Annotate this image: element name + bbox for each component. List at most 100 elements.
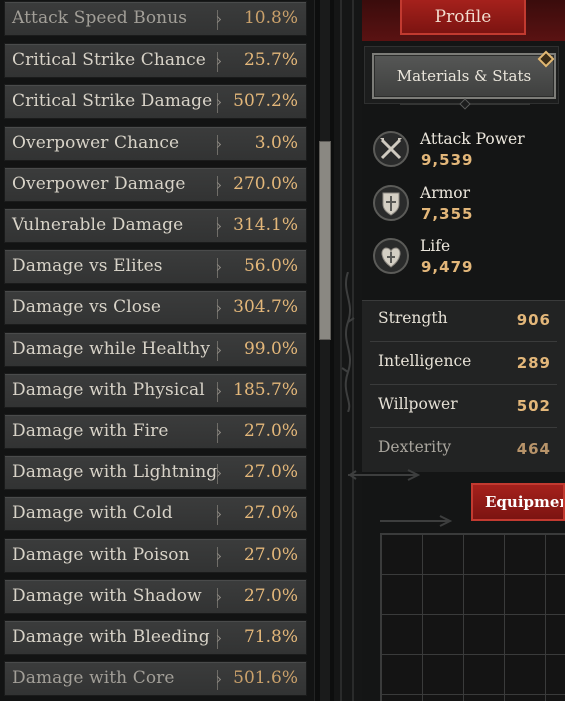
scrollbar-thumb[interactable] <box>319 141 331 340</box>
stat-row-damage-with-core[interactable]: Damage with Core 501.6% <box>4 661 307 696</box>
stat-row-overpower-damage[interactable]: Overpower Damage 270.0% <box>4 167 307 202</box>
separator-icon <box>214 10 222 30</box>
stat-row-attack-speed-bonus[interactable]: Attack Speed Bonus 10.8% <box>4 1 307 36</box>
arrow-ornament-icon <box>348 469 421 481</box>
core-stat-name: Life <box>420 237 451 255</box>
stat-value: 27.0% <box>243 586 298 606</box>
stat-label: Vulnerable Damage <box>12 215 184 235</box>
crossed-swords-icon <box>372 130 410 168</box>
attribute-value: 502 <box>516 397 551 415</box>
core-stat-value: 9,539 <box>421 151 474 169</box>
stat-value: 27.0% <box>243 545 298 565</box>
vine-ornament-icon <box>341 272 355 412</box>
attribute-label: Willpower <box>378 395 458 413</box>
materials-and-stats-button[interactable]: Materials & Stats <box>372 53 556 99</box>
stat-label: Damage vs Elites <box>12 256 163 276</box>
equipment-tab[interactable]: Equipment <box>471 483 565 521</box>
attribute-label: Strength <box>378 309 448 327</box>
stat-value: 10.8% <box>243 8 298 28</box>
stats-list[interactable]: Attack Speed Bonus 10.8% Critical Strike… <box>0 0 314 701</box>
stat-value: 27.0% <box>243 503 298 523</box>
core-stat-attack-power[interactable]: Attack Power 9,539 <box>370 130 565 178</box>
attribute-label: Dexterity <box>378 438 452 456</box>
stat-row-damage-while-healthy[interactable]: Damage while Healthy 99.0% <box>4 332 307 367</box>
separator-icon <box>214 464 222 484</box>
stat-value: 304.7% <box>233 297 298 317</box>
core-stat-life[interactable]: Life 9,479 <box>370 237 565 285</box>
stat-value: 27.0% <box>243 462 298 482</box>
stat-row-damage-with-fire[interactable]: Damage with Fire 27.0% <box>4 414 307 449</box>
stat-row-damage-with-poison[interactable]: Damage with Poison 27.0% <box>4 538 307 573</box>
core-stat-name: Attack Power <box>420 130 525 148</box>
stat-row-damage-with-lightning[interactable]: Damage with Lightning 27.0% <box>4 455 307 490</box>
inventory-grid[interactable] <box>380 533 565 701</box>
stat-label: Damage with Cold <box>12 503 173 523</box>
separator-icon <box>214 547 222 567</box>
stat-label: Damage while Healthy <box>12 339 211 359</box>
stat-value: 314.1% <box>233 215 298 235</box>
stat-label: Damage vs Close <box>12 297 162 317</box>
separator-icon <box>214 176 222 196</box>
core-stat-value: 7,355 <box>421 205 474 223</box>
divider-line <box>370 341 557 342</box>
stat-label: Damage with Poison <box>12 545 190 565</box>
attribute-value: 464 <box>516 440 551 458</box>
stat-row-damage-with-shadow[interactable]: Damage with Shadow 27.0% <box>4 579 307 614</box>
attribute-value: 289 <box>516 354 551 372</box>
separator-icon <box>214 423 222 443</box>
separator-icon <box>214 217 222 237</box>
separator-icon <box>214 258 222 278</box>
separator-icon <box>214 93 222 113</box>
divider-line <box>370 384 557 385</box>
attribute-intelligence[interactable]: Intelligence 289 <box>370 343 557 385</box>
stat-row-critical-strike-damage[interactable]: Critical Strike Damage 507.2% <box>4 84 307 119</box>
separator-icon <box>214 505 222 525</box>
separator-icon <box>214 629 222 649</box>
separator-icon <box>214 382 222 402</box>
attribute-strength[interactable]: Strength 906 <box>370 300 557 342</box>
stat-value: 56.0% <box>243 256 298 276</box>
stat-value: 71.8% <box>243 627 298 647</box>
attribute-dexterity[interactable]: Dexterity 464 <box>370 429 557 471</box>
stat-label: Attack Speed Bonus <box>12 8 188 28</box>
heart-icon <box>372 237 410 275</box>
stat-value: 27.0% <box>243 421 298 441</box>
stat-row-damage-with-bleeding[interactable]: Damage with Bleeding 71.8% <box>4 620 307 655</box>
stat-label: Critical Strike Damage <box>12 91 213 111</box>
stat-value: 185.7% <box>233 380 298 400</box>
stat-row-damage-with-physical[interactable]: Damage with Physical 185.7% <box>4 373 307 408</box>
stat-row-damage-vs-close[interactable]: Damage vs Close 304.7% <box>4 290 307 325</box>
stat-label: Damage with Fire <box>12 421 169 441</box>
stat-label: Overpower Chance <box>12 133 180 153</box>
core-stat-name: Armor <box>420 184 471 202</box>
scrollbar[interactable] <box>314 0 334 701</box>
separator-icon <box>214 670 222 690</box>
stat-value: 3.0% <box>254 133 298 153</box>
core-stat-armor[interactable]: Armor 7,355 <box>370 184 565 232</box>
scrollbar-track[interactable] <box>320 0 330 701</box>
stat-value: 99.0% <box>243 339 298 359</box>
stat-label: Overpower Damage <box>12 174 186 194</box>
core-stat-value: 9,479 <box>421 258 474 276</box>
stat-value: 507.2% <box>233 91 298 111</box>
attribute-label: Intelligence <box>378 352 472 370</box>
stat-row-critical-strike-chance[interactable]: Critical Strike Chance 25.7% <box>4 43 307 78</box>
stat-label: Critical Strike Chance <box>12 50 206 70</box>
stat-row-overpower-chance[interactable]: Overpower Chance 3.0% <box>4 126 307 161</box>
separator-icon <box>214 52 222 72</box>
separator-icon <box>214 135 222 155</box>
stat-label: Damage with Lightning <box>12 462 218 482</box>
stat-row-damage-with-cold[interactable]: Damage with Cold 27.0% <box>4 496 307 531</box>
arrow-ornament-icon <box>380 515 453 527</box>
stat-label: Damage with Shadow <box>12 586 202 606</box>
stat-label: Damage with Bleeding <box>12 627 210 647</box>
attribute-value: 906 <box>516 311 551 329</box>
shield-icon <box>372 184 410 222</box>
stat-row-vulnerable-damage[interactable]: Vulnerable Damage 314.1% <box>4 208 307 243</box>
profile-tab[interactable]: Profile <box>400 0 526 35</box>
separator-icon <box>214 341 222 361</box>
stat-label: Damage with Physical <box>12 380 205 400</box>
attribute-willpower[interactable]: Willpower 502 <box>370 386 557 428</box>
stat-row-damage-vs-elites[interactable]: Damage vs Elites 56.0% <box>4 249 307 284</box>
stat-value: 25.7% <box>243 50 298 70</box>
